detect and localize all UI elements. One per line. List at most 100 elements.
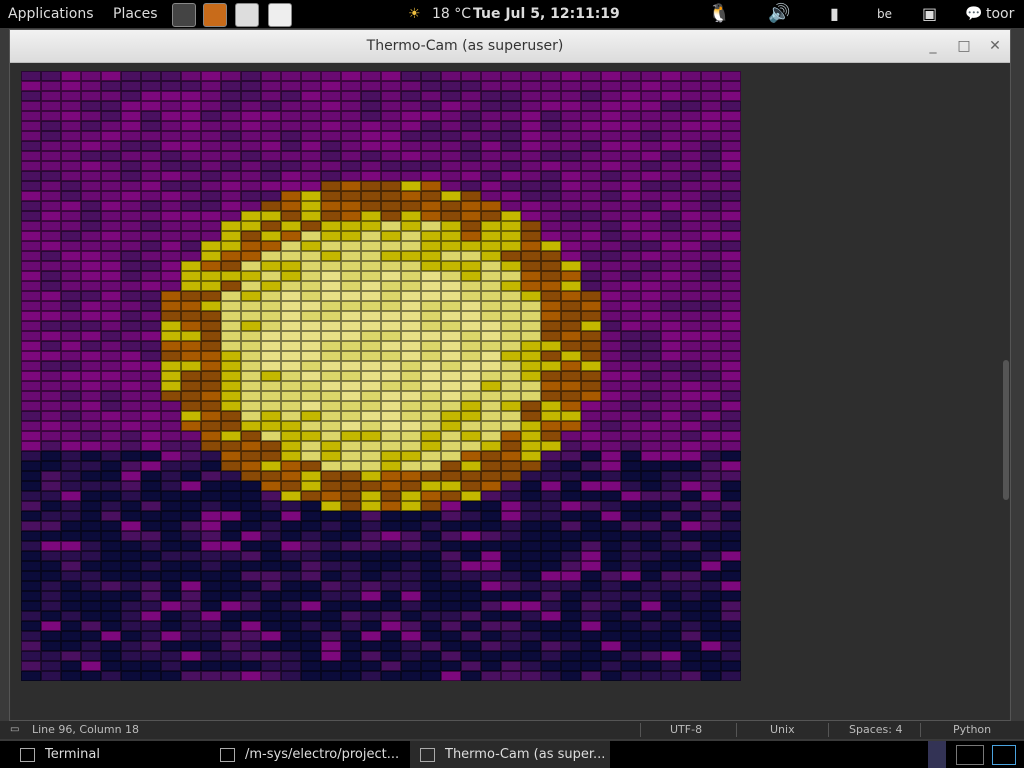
battery-icon[interactable]: ▮ (830, 0, 839, 28)
thermal-pixel (281, 211, 301, 221)
thermal-pixel (261, 141, 281, 151)
taskbar-item-thermo-cam[interactable]: Thermo-Cam (as super... (410, 741, 610, 768)
thermal-pixel (341, 301, 361, 311)
thermal-pixel (201, 431, 221, 441)
thermal-pixel (581, 211, 601, 221)
thermal-pixel (361, 601, 381, 611)
clock[interactable]: Tue Jul 5, 12:11:19 (473, 0, 620, 28)
thermal-pixel (641, 281, 661, 291)
thermal-pixel (421, 641, 441, 651)
weather-temp[interactable]: 18 °C (432, 0, 471, 28)
thermal-pixel (141, 241, 161, 251)
line-endings-selector[interactable]: Unix (770, 721, 795, 739)
thermal-pixel (681, 291, 701, 301)
tux-icon[interactable]: 🐧 (708, 0, 730, 28)
thermal-pixel (641, 131, 661, 141)
indent-selector[interactable]: Spaces: 4 (849, 721, 902, 739)
taskbar-item-label: /m-sys/electro/project... (245, 747, 400, 762)
thermal-pixel (541, 551, 561, 561)
thermal-pixel (141, 621, 161, 631)
thermal-pixel (701, 181, 721, 191)
thermal-pixel (501, 81, 521, 91)
thermal-pixel (221, 411, 241, 421)
thermal-pixel (481, 71, 501, 81)
thermal-pixel (641, 381, 661, 391)
thermal-pixel (281, 361, 301, 371)
panel-toggle-icon[interactable]: ▭ (10, 721, 19, 739)
file-manager-launcher-icon[interactable] (235, 3, 259, 27)
thermal-pixel (381, 501, 401, 511)
thermal-pixel (221, 631, 241, 641)
thermal-pixel (321, 621, 341, 631)
thermal-pixel (661, 341, 681, 351)
thermal-pixel (621, 171, 641, 181)
syntax-selector[interactable]: Python (953, 721, 991, 739)
thermal-pixel (41, 341, 61, 351)
places-menu[interactable]: Places (113, 0, 158, 28)
sublime-launcher-icon[interactable] (203, 3, 227, 27)
thermal-pixel (541, 401, 561, 411)
thermal-pixel (321, 501, 341, 511)
thermal-pixel (341, 631, 361, 641)
thermal-pixel (361, 431, 381, 441)
show-desktop-icon[interactable] (992, 745, 1016, 765)
thermal-pixel (201, 131, 221, 141)
thermal-pixel (161, 221, 181, 231)
close-icon[interactable]: ✕ (982, 35, 1008, 57)
thermal-pixel (421, 661, 441, 671)
user-menu[interactable]: toor (986, 0, 1014, 28)
workspace-icon[interactable] (928, 741, 946, 768)
thermal-pixel (161, 471, 181, 481)
chat-icon[interactable]: 💬 (965, 0, 982, 28)
thermal-pixel (481, 611, 501, 621)
thermal-pixel (481, 321, 501, 331)
thermal-pixel (561, 71, 581, 81)
volume-icon[interactable]: 🔊 (768, 0, 790, 28)
thermal-pixel (301, 211, 321, 221)
thermal-pixel (61, 441, 81, 451)
editor-scrollbar[interactable] (1003, 360, 1009, 500)
disk-launcher-icon[interactable] (268, 3, 292, 27)
thermal-pixel (101, 461, 121, 471)
maximize-icon[interactable]: □ (951, 35, 977, 57)
thermal-pixel (401, 561, 421, 571)
encoding-selector[interactable]: UTF-8 (670, 721, 702, 739)
thermal-pixel (581, 181, 601, 191)
thermal-pixel (41, 481, 61, 491)
thermal-pixel (361, 381, 381, 391)
thermal-pixel (41, 381, 61, 391)
thermal-pixel (521, 641, 541, 651)
thermal-pixel (561, 141, 581, 151)
thermal-pixel (581, 231, 601, 241)
thermal-pixel (441, 401, 461, 411)
taskbar-item-editor[interactable]: /m-sys/electro/project... (210, 741, 410, 768)
thermal-pixel (721, 471, 741, 481)
terminal-launcher-icon[interactable] (172, 3, 196, 27)
thermal-pixel (601, 441, 621, 451)
keyboard-layout[interactable]: be (877, 0, 892, 28)
workspace-switcher-icon[interactable] (956, 745, 984, 765)
thermal-pixel (721, 651, 741, 661)
thermal-pixel (241, 101, 261, 111)
thermal-pixel (401, 671, 421, 681)
thermal-pixel (301, 201, 321, 211)
thermal-pixel (481, 571, 501, 581)
network-icon[interactable]: ▣ (922, 0, 937, 28)
thermal-pixel (261, 471, 281, 481)
minimize-icon[interactable]: _ (920, 35, 946, 57)
thermal-pixel (141, 521, 161, 531)
thermal-pixel (101, 281, 121, 291)
thermal-pixel (21, 461, 41, 471)
thermal-pixel (641, 651, 661, 661)
thermal-pixel (461, 511, 481, 521)
thermal-pixel (181, 381, 201, 391)
thermal-pixel (601, 121, 621, 131)
thermal-pixel (101, 511, 121, 521)
taskbar-item-terminal[interactable]: Terminal (0, 741, 210, 768)
window-titlebar[interactable]: Thermo-Cam (as superuser) _ □ ✕ (10, 30, 1010, 63)
thermal-pixel (481, 651, 501, 661)
thermal-pixel (41, 131, 61, 141)
applications-menu[interactable]: Applications (8, 0, 94, 28)
thermal-pixel (661, 281, 681, 291)
thermal-pixel (621, 361, 641, 371)
